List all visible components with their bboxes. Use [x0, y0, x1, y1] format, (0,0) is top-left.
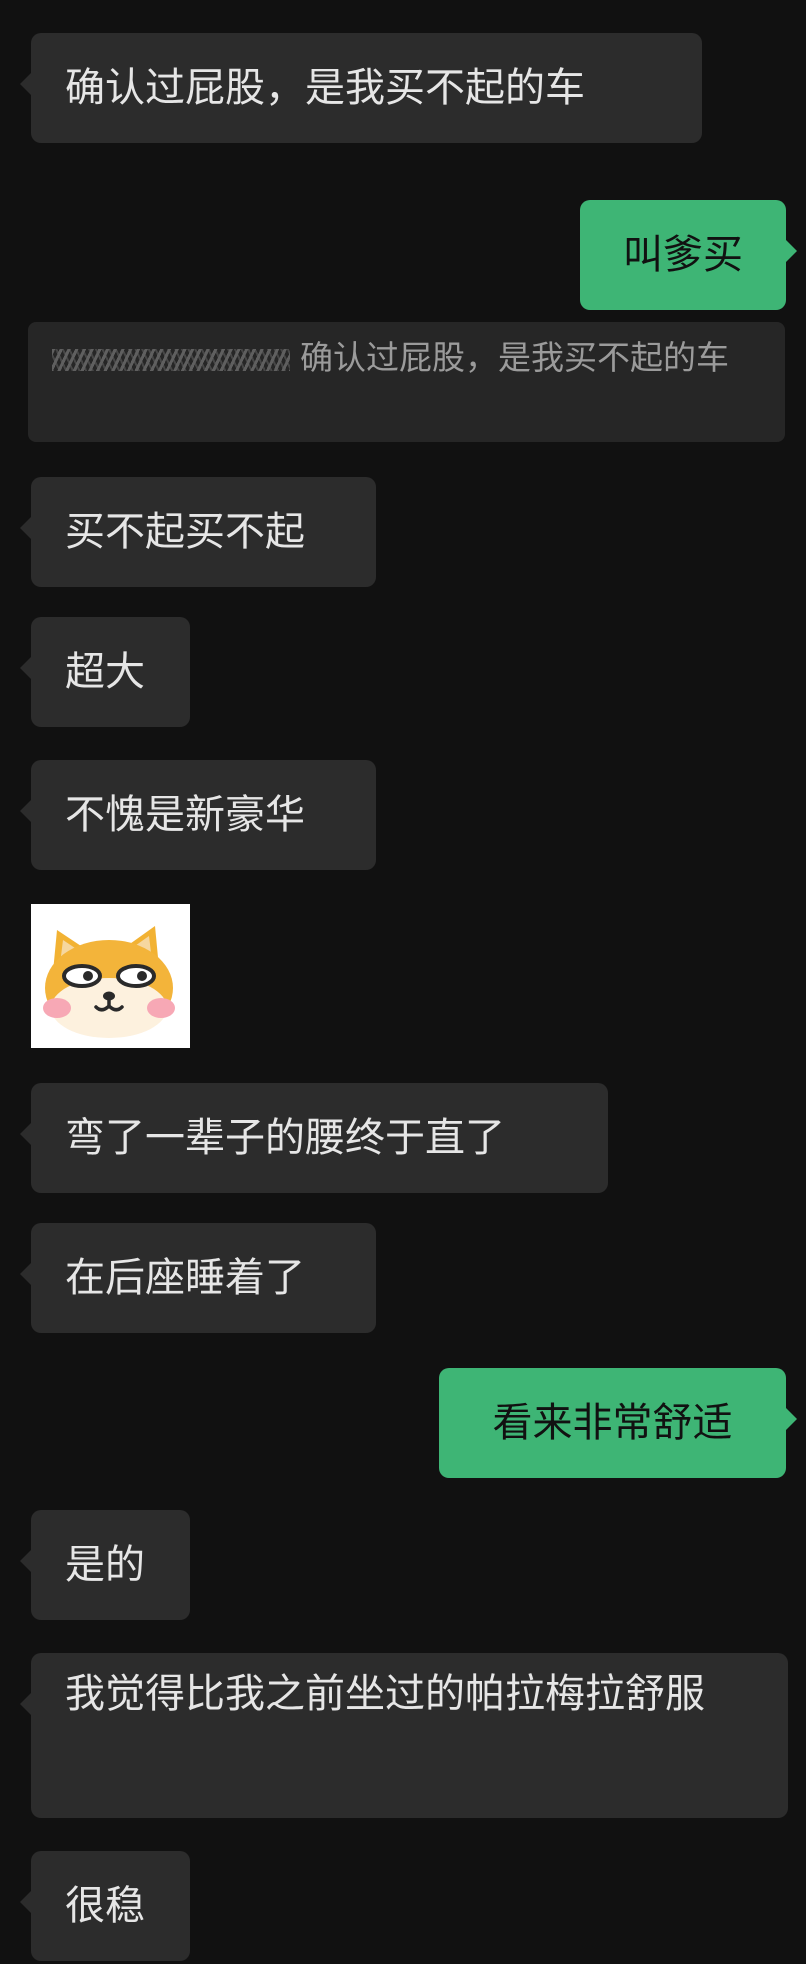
message-bubble-outgoing[interactable]: 看来非常舒适	[439, 1368, 797, 1478]
message-bubble-incoming[interactable]: 是的	[20, 1510, 190, 1620]
message-bubble-incoming[interactable]: 不愧是新豪华	[20, 760, 376, 870]
message-bubble-incoming[interactable]: 超大	[20, 617, 190, 727]
quoted-message[interactable]: 确认过屁股，是我买不起的车	[28, 322, 785, 442]
message-bubble-outgoing[interactable]: 叫爹买	[580, 200, 797, 310]
shiba-dog-sticker-icon[interactable]	[31, 904, 190, 1048]
redacted-sender-name	[52, 348, 290, 371]
message-bubble-incoming[interactable]: 买不起买不起	[20, 477, 376, 587]
message-bubble-incoming[interactable]: 在后座睡着了	[20, 1223, 376, 1333]
quoted-message-text: 确认过屁股，是我买不起的车	[300, 338, 729, 377]
message-bubble-incoming[interactable]: 弯了一辈子的腰终于直了	[20, 1083, 608, 1193]
message-bubble-incoming[interactable]: 确认过屁股，是我买不起的车	[20, 33, 702, 143]
chat-message-list: 确认过屁股，是我买不起的车 叫爹买 确认过屁股，是我买不起的车 买不起买不起 超…	[0, 0, 806, 1964]
message-bubble-incoming[interactable]: 很稳	[20, 1851, 190, 1961]
message-bubble-incoming[interactable]: 我觉得比我之前坐过的帕拉梅拉舒服	[20, 1653, 788, 1818]
